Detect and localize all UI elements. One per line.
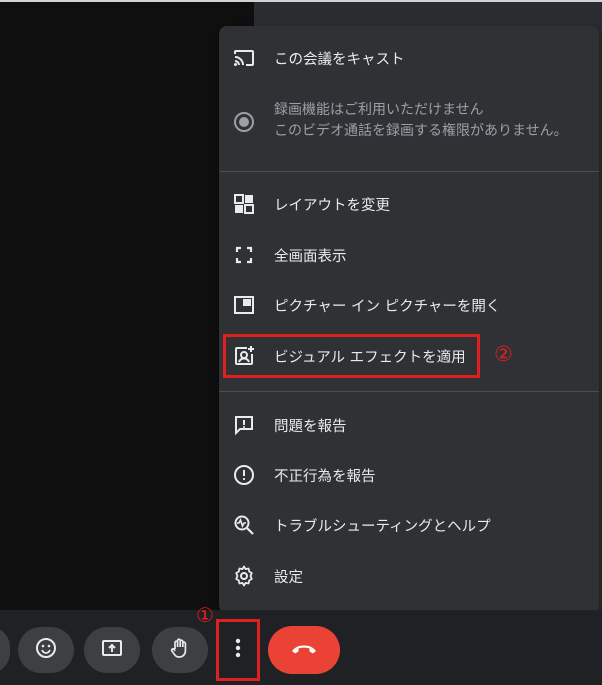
menu-item-pip[interactable]: ピクチャー イン ピクチャーを開く: [219, 287, 599, 323]
menu-item-report-abuse[interactable]: 不正行為を報告: [219, 457, 599, 493]
fullscreen-icon: [232, 243, 256, 267]
menu-item-cast-label: この会議をキャスト: [274, 51, 405, 68]
present-screen-icon: [100, 636, 124, 664]
more-options-button[interactable]: [216, 619, 260, 681]
menu-item-record: 録画機能はご利用いただけません このビデオ通話を録画する権限がありません。: [219, 94, 599, 150]
menu-item-report-abuse-label: 不正行為を報告: [274, 468, 376, 485]
gear-icon: [232, 564, 256, 588]
raise-hand-icon: [168, 636, 192, 664]
troubleshoot-icon: [232, 513, 256, 537]
raise-hand-button[interactable]: [152, 627, 208, 673]
menu-item-report-problem-label: 問題を報告: [274, 418, 347, 435]
feedback-icon: [232, 413, 256, 437]
end-call-button[interactable]: [268, 626, 340, 674]
menu-item-layout-label: レイアウトを変更: [274, 197, 390, 214]
menu-divider: [219, 391, 599, 392]
menu-item-troubleshoot-label: トラブルシューティングとヘルプ: [274, 518, 491, 535]
record-unavailable-text: 録画機能はご利用いただけません このビデオ通話を録画する権限がありません。: [274, 100, 568, 142]
record-line-1: 録画機能はご利用いただけません: [274, 102, 484, 118]
menu-item-troubleshoot[interactable]: トラブルシューティングとヘルプ: [219, 507, 599, 543]
report-icon: [232, 463, 256, 487]
highlight-visual-effects: [223, 334, 480, 378]
menu-item-layout[interactable]: レイアウトを変更: [219, 186, 599, 222]
emoji-icon: [34, 636, 58, 664]
menu-item-fullscreen-label: 全画面表示: [274, 248, 347, 265]
emoji-button[interactable]: [18, 627, 74, 673]
present-screen-button[interactable]: [84, 627, 140, 673]
menu-item-cast[interactable]: この会議をキャスト: [219, 40, 599, 76]
more-options-menu: この会議をキャスト 録画機能はご利用いただけません このビデオ通話を録画する権限…: [219, 26, 599, 613]
menu-item-report-problem[interactable]: 問題を報告: [219, 407, 599, 443]
menu-item-fullscreen[interactable]: 全画面表示: [219, 237, 599, 273]
more-options-icon: [234, 637, 242, 663]
layout-icon: [232, 192, 256, 216]
menu-item-settings[interactable]: 設定: [219, 558, 599, 594]
record-line-2: このビデオ通話を録画する権限がありません。: [274, 123, 568, 139]
meeting-window: この会議をキャスト 録画機能はご利用いただけません このビデオ通話を録画する権限…: [0, 0, 602, 685]
main-video-tile: [0, 0, 254, 610]
picture-in-picture-icon: [232, 293, 256, 317]
top-edge: [0, 0, 602, 2]
menu-divider: [219, 171, 599, 172]
annotation-step-1: ①: [196, 603, 214, 627]
end-call-icon: [290, 641, 318, 660]
menu-item-settings-label: 設定: [274, 569, 303, 586]
cast-icon: [232, 46, 256, 70]
record-icon: [232, 110, 256, 134]
menu-item-pip-label: ピクチャー イン ピクチャーを開く: [274, 298, 501, 315]
annotation-step-2: ②: [494, 342, 513, 366]
